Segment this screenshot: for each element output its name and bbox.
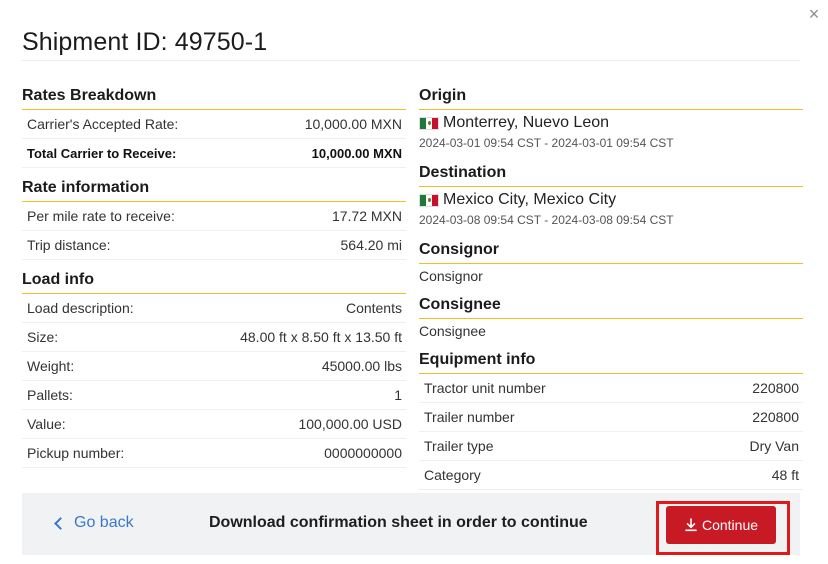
kv-row: Trailer type Dry Van	[419, 432, 803, 461]
right-column: Origin Monterrey, Nuevo Leon 2024-03-01 …	[419, 84, 803, 490]
kv-row: Trailer number 220800	[419, 403, 803, 432]
section-heading: Rate information	[22, 176, 406, 202]
kv-value: 48 ft	[771, 467, 799, 483]
origin-place: Monterrey, Nuevo Leon	[419, 112, 803, 134]
destination-section: Destination Mexico City, Mexico City 202…	[419, 161, 803, 229]
continue-label: Continue	[701, 517, 759, 533]
kv-value: 10,000.00 MXN	[304, 116, 402, 132]
kv-row: Per mile rate to receive: 17.72 MXN	[22, 202, 406, 231]
kv-label: Trailer number	[424, 409, 515, 425]
destination-place: Mexico City, Mexico City	[419, 189, 803, 211]
kv-row: Category 48 ft	[419, 461, 803, 490]
kv-label: Trip distance:	[27, 237, 111, 253]
kv-row: Trip distance: 564.20 mi	[22, 231, 406, 260]
mexico-flag-icon	[419, 116, 439, 130]
section-heading: Consignee	[419, 293, 803, 319]
shipment-modal: × Shipment ID: 49750-1 Rates Breakdown C…	[0, 0, 828, 564]
kv-row: Carrier's Accepted Rate: 10,000.00 MXN	[22, 110, 406, 139]
chevron-left-icon	[54, 516, 67, 530]
section-heading: Equipment info	[419, 348, 803, 374]
download-icon	[685, 518, 697, 532]
kv-value: 10,000.00 MXN	[311, 145, 402, 161]
kv-row: Size: 48.00 ft x 8.50 ft x 13.50 ft	[22, 323, 406, 352]
consignor-section: Consignor Consignor	[419, 238, 803, 288]
kv-value: Contents	[345, 300, 402, 316]
kv-value: 564.20 mi	[340, 237, 402, 253]
section-heading: Destination	[419, 161, 803, 187]
consignee-value: Consignee	[419, 323, 486, 339]
kv-row: Value: 100,000.00 USD	[22, 410, 406, 439]
kv-row: Weight: 45000.00 lbs	[22, 352, 406, 381]
modal-title: Shipment ID: 49750-1	[22, 28, 268, 56]
section-heading: Load info	[22, 268, 406, 294]
mexico-flag-icon	[419, 193, 439, 207]
section-heading: Origin	[419, 84, 803, 110]
close-icon[interactable]: ×	[806, 5, 822, 23]
kv-label: Size:	[27, 329, 59, 345]
kv-value: 17.72 MXN	[331, 208, 402, 224]
origin-dates: 2024-03-01 09:54 CST - 2024-03-01 09:54 …	[419, 136, 674, 150]
kv-value: 220800	[752, 409, 799, 425]
rate-information-section: Rate information Per mile rate to receiv…	[22, 176, 406, 260]
go-back-label: Go back	[74, 514, 134, 531]
kv-value: 48.00 ft x 8.50 ft x 13.50 ft	[240, 329, 402, 345]
kv-label: Weight:	[27, 358, 75, 374]
consignee-section: Consignee Consignee	[419, 293, 803, 343]
kv-label: Per mile rate to receive:	[27, 208, 175, 224]
kv-label: Value:	[27, 416, 66, 432]
origin-section: Origin Monterrey, Nuevo Leon 2024-03-01 …	[419, 84, 803, 152]
footer-message: Download confirmation sheet in order to …	[209, 514, 588, 531]
kv-label: Pickup number:	[27, 445, 125, 461]
kv-label: Load description:	[27, 300, 134, 316]
kv-label: Tractor unit number	[424, 380, 546, 396]
kv-value: 100,000.00 USD	[298, 416, 402, 432]
kv-label: Pallets:	[27, 387, 73, 403]
go-back-link[interactable]: Go back	[52, 514, 134, 532]
kv-value: 220800	[752, 380, 799, 396]
kv-row: Pickup number: 0000000000	[22, 439, 406, 468]
kv-label: Trailer type	[424, 438, 494, 454]
section-heading: Consignor	[419, 238, 803, 264]
kv-label: Total Carrier to Receive:	[27, 145, 177, 161]
kv-row: Pallets: 1	[22, 381, 406, 410]
kv-row: Load description: Contents	[22, 294, 406, 323]
kv-row: Tractor unit number 220800	[419, 374, 803, 403]
equipment-info-section: Equipment info Tractor unit number 22080…	[419, 348, 803, 490]
kv-value: 45000.00 lbs	[321, 358, 402, 374]
left-column: Rates Breakdown Carrier's Accepted Rate:…	[22, 84, 406, 468]
section-heading: Rates Breakdown	[22, 84, 406, 110]
destination-dates: 2024-03-08 09:54 CST - 2024-03-08 09:54 …	[419, 213, 674, 227]
consignor-value: Consignor	[419, 268, 483, 284]
load-info-section: Load info Load description: Contents Siz…	[22, 268, 406, 468]
rates-breakdown-section: Rates Breakdown Carrier's Accepted Rate:…	[22, 84, 406, 168]
kv-label: Carrier's Accepted Rate:	[27, 116, 179, 132]
kv-value: 0000000000	[324, 445, 402, 461]
title-divider	[22, 60, 800, 61]
kv-label: Category	[424, 467, 481, 483]
place-label: Monterrey, Nuevo Leon	[443, 114, 610, 131]
kv-value: 1	[394, 387, 402, 403]
place-label: Mexico City, Mexico City	[443, 191, 617, 208]
kv-value: Dry Van	[749, 438, 799, 454]
kv-row-total: Total Carrier to Receive: 10,000.00 MXN	[22, 139, 406, 168]
continue-button[interactable]: Continue	[666, 506, 776, 544]
